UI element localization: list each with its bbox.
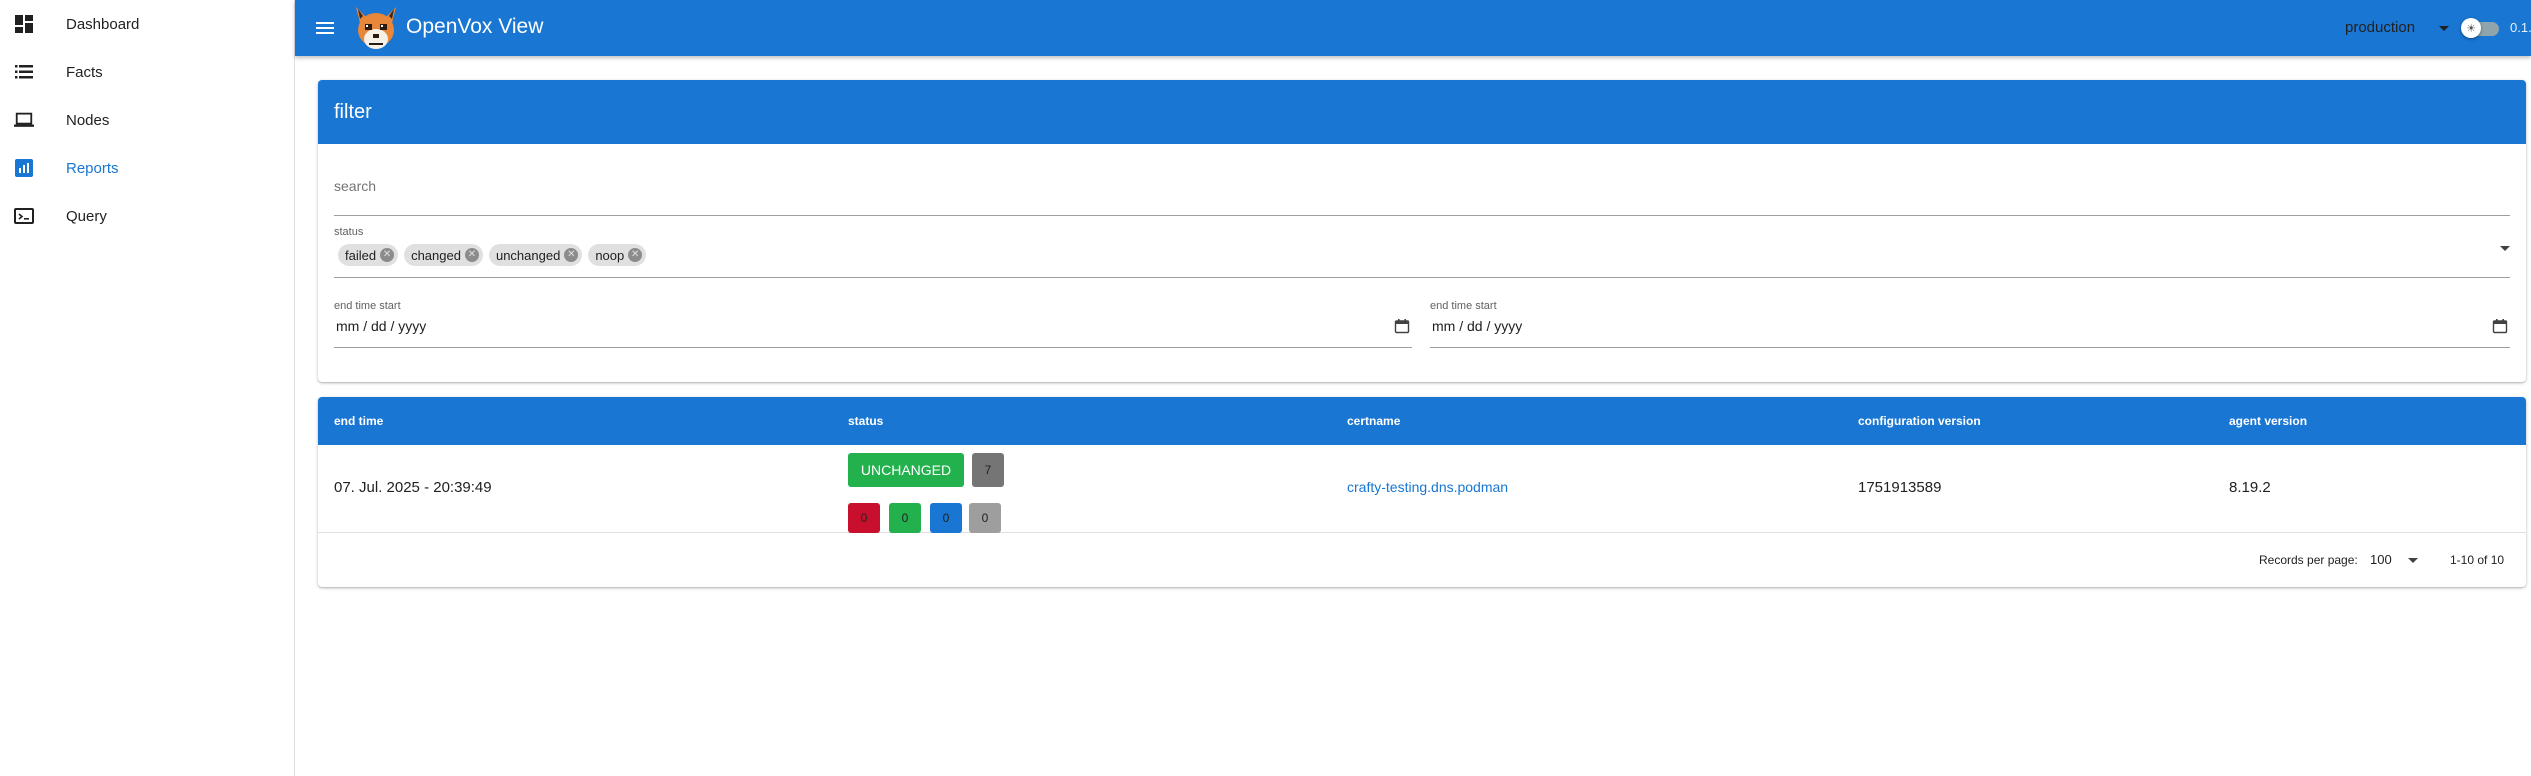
close-icon[interactable]: ✕ [464, 248, 479, 262]
header-agent-version[interactable]: agent version [2229, 414, 2307, 428]
end-time-end-field[interactable]: end time start mm / dd / yyyy [1430, 298, 2510, 348]
sidebar-item-label: Query [66, 207, 107, 225]
end-time-end-label: end time start [1430, 300, 1497, 312]
sidebar: Dashboard Facts Nodes Reports Query [0, 0, 295, 776]
header-end-time[interactable]: end time [334, 414, 383, 428]
noop-count-badge: 0 [930, 503, 962, 533]
header-config-version[interactable]: configuration version [1858, 414, 1981, 428]
reports-table: end time status certname configuration v… [318, 397, 2526, 587]
status-count-badge: 7 [972, 453, 1004, 487]
fox-logo-icon [350, 3, 402, 53]
theme-toggle[interactable]: ☀ [2461, 16, 2501, 40]
chip-label: unchanged [495, 247, 561, 263]
close-icon[interactable]: ✕ [628, 248, 643, 262]
status-select[interactable]: status failed ✕ changed ✕ unchanged ✕ no… [334, 224, 2510, 278]
close-icon[interactable]: ✕ [380, 248, 395, 262]
chip-failed: failed ✕ [338, 244, 399, 266]
cell-end-time: 07. Jul. 2025 - 20:39:49 [334, 479, 492, 496]
chevron-down-icon [2500, 246, 2510, 251]
calendar-icon[interactable] [2492, 318, 2508, 334]
environment-value: production [2345, 19, 2416, 36]
header-certname[interactable]: certname [1347, 414, 1400, 428]
chip-label: noop [595, 247, 625, 263]
pagination-range: 1-10 of 10 [2450, 553, 2505, 567]
search-input[interactable]: search [334, 168, 2510, 216]
status-label: status [334, 226, 364, 238]
chip-unchanged: unchanged ✕ [488, 244, 583, 266]
sidebar-item-dashboard[interactable]: Dashboard [0, 0, 295, 48]
chip-label: failed [345, 247, 377, 263]
list-icon [14, 62, 34, 82]
records-per-page-label: Records per page: [2259, 553, 2358, 567]
chip-noop: noop ✕ [588, 244, 647, 266]
filter-card: filter search status failed ✕ changed ✕ … [318, 80, 2526, 382]
table-row[interactable]: 07. Jul. 2025 - 20:39:49 UNCHANGED 7 0 0… [318, 445, 2526, 533]
sidebar-item-label: Nodes [66, 111, 110, 129]
filter-title: filter [334, 101, 372, 123]
records-per-page-select[interactable]: 100 [2370, 548, 2422, 572]
table-footer: Records per page: 100 1-10 of 10 [318, 533, 2526, 587]
sidebar-item-query[interactable]: Query [0, 192, 295, 240]
filter-header: filter [318, 80, 2526, 144]
app-title: OpenVox View [406, 15, 544, 38]
sidebar-item-label: Facts [66, 63, 103, 81]
end-time-start-label: end time start [334, 300, 401, 312]
chip-label: changed [411, 247, 461, 263]
records-per-page-value: 100 [2370, 552, 2392, 567]
changed-count-badge: 0 [889, 503, 921, 533]
sidebar-item-label: Dashboard [66, 15, 140, 33]
end-time-start-field[interactable]: end time start mm / dd / yyyy [334, 298, 1412, 348]
close-icon[interactable]: ✕ [564, 248, 579, 262]
status-badge[interactable]: UNCHANGED [848, 453, 964, 487]
sidebar-item-label: Reports [66, 159, 119, 177]
failed-count-badge: 0 [848, 503, 880, 533]
certname-link[interactable]: crafty-testing.dns.podman [1347, 479, 1508, 495]
sidebar-item-reports[interactable]: Reports [0, 144, 295, 192]
dashboard-icon [14, 14, 34, 34]
table-header: end time status certname configuration v… [318, 397, 2526, 445]
cell-config-version: 1751913589 [1858, 479, 1942, 496]
sun-icon: ☀ [2461, 18, 2481, 38]
chip-changed: changed ✕ [404, 244, 483, 266]
menu-icon[interactable] [313, 16, 337, 40]
cell-agent-version: 8.19.2 [2229, 479, 2271, 496]
status-chips: failed ✕ changed ✕ unchanged ✕ noop ✕ [338, 244, 647, 266]
sidebar-item-facts[interactable]: Facts [0, 48, 295, 96]
environment-select[interactable]: production [2345, 16, 2453, 40]
end-time-start-value: mm / dd / yyyy [336, 318, 427, 334]
end-time-end-value: mm / dd / yyyy [1432, 318, 1523, 334]
search-placeholder: search [334, 178, 377, 194]
chevron-down-icon [2439, 26, 2449, 31]
chevron-down-icon [2408, 558, 2418, 563]
skipped-count-badge: 0 [969, 503, 1001, 533]
chart-icon [14, 158, 34, 178]
laptop-icon [14, 110, 34, 130]
app-version: 0.1.0 [2510, 20, 2531, 35]
header-status[interactable]: status [848, 414, 883, 428]
terminal-icon [14, 206, 34, 226]
app-bar: OpenVox View production ☀ 0.1.0 [295, 0, 2531, 56]
calendar-icon[interactable] [1394, 318, 1410, 334]
sidebar-item-nodes[interactable]: Nodes [0, 96, 295, 144]
